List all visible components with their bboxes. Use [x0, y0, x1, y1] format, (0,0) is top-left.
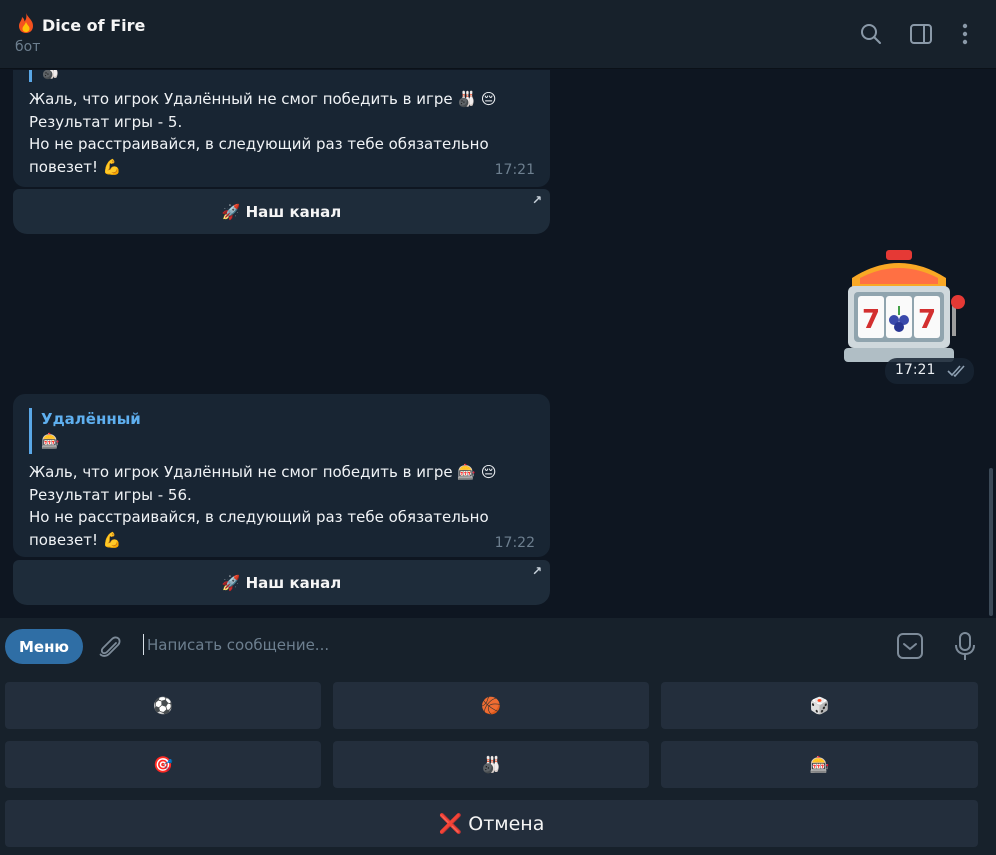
- inline-button-label: 🚀 Наш канал: [221, 202, 342, 221]
- paperclip-icon[interactable]: [96, 634, 124, 662]
- cancel-label: Отмена: [468, 812, 545, 835]
- keyboard-button-basketball[interactable]: 🏀: [333, 682, 649, 729]
- message-input[interactable]: Написать сообщение...: [147, 636, 329, 654]
- reply-keyboard: ⚽ 🏀 🎲 🎯 🎳 🎰 ❌ Отмена: [0, 674, 996, 855]
- sidebar-toggle-icon[interactable]: [909, 22, 933, 46]
- text-caret: [143, 634, 144, 655]
- keyboard-button-bowling[interactable]: 🎳: [333, 741, 649, 788]
- reply-quote-emoji: 🎳: [41, 70, 60, 80]
- chat-scrollbar[interactable]: [989, 468, 993, 616]
- inline-button-channel[interactable]: 🚀 Наш канал ↗: [13, 189, 550, 234]
- chat-title-text: Dice of Fire: [42, 15, 146, 35]
- fire-icon: [16, 12, 36, 38]
- keyboard-toggle-icon[interactable]: [896, 632, 924, 660]
- external-link-icon: ↗: [531, 564, 542, 578]
- incoming-message[interactable]: 🎳 Жаль, что игрок Удалённый не смог побе…: [13, 70, 550, 187]
- svg-text:7: 7: [918, 305, 936, 335]
- search-icon[interactable]: [859, 22, 883, 46]
- sticker-time-badge: 17:21: [885, 358, 974, 384]
- keyboard-button-football[interactable]: ⚽: [5, 682, 321, 729]
- reply-quote-author: Удалённый: [41, 410, 141, 428]
- inline-button-label: 🚀 Наш канал: [221, 573, 342, 592]
- message-text: Жаль, что игрок Удалённый не смог победи…: [29, 463, 497, 549]
- chat-header[interactable]: Dice of Fire бот: [0, 0, 996, 69]
- message-time: 17:21: [494, 162, 535, 178]
- reply-quote-bar: [29, 70, 32, 82]
- reply-quote[interactable]: Удалённый 🎰: [29, 408, 141, 454]
- incoming-message[interactable]: Удалённый 🎰 Жаль, что игрок Удалённый не…: [13, 394, 550, 557]
- message-input-bar: Меню Написать сообщение...: [0, 618, 996, 674]
- inline-button-channel[interactable]: 🚀 Наш канал ↗: [13, 560, 550, 605]
- keyboard-button-darts[interactable]: 🎯: [5, 741, 321, 788]
- double-check-icon: [947, 365, 965, 378]
- external-link-icon: ↗: [531, 193, 542, 207]
- keyboard-button-slot[interactable]: 🎰: [661, 741, 978, 788]
- svg-text:7: 7: [862, 305, 880, 335]
- chat-subtitle: бот: [15, 39, 41, 55]
- bot-menu-button[interactable]: Меню: [5, 629, 83, 664]
- more-vertical-icon[interactable]: [953, 22, 977, 46]
- cross-icon: ❌: [438, 813, 463, 835]
- chat-title[interactable]: Dice of Fire: [16, 12, 145, 38]
- reply-quote-emoji: 🎰: [41, 432, 60, 450]
- keyboard-button-cancel[interactable]: ❌ Отмена: [5, 800, 978, 847]
- microphone-icon[interactable]: [953, 631, 977, 663]
- message-time: 17:21: [895, 362, 936, 378]
- message-text: Жаль, что игрок Удалённый не смог победи…: [29, 90, 497, 176]
- message-time: 17:22: [494, 535, 535, 551]
- keyboard-button-dice[interactable]: 🎲: [661, 682, 978, 729]
- message-list[interactable]: 🎳 Жаль, что игрок Удалённый не смог побе…: [0, 70, 996, 618]
